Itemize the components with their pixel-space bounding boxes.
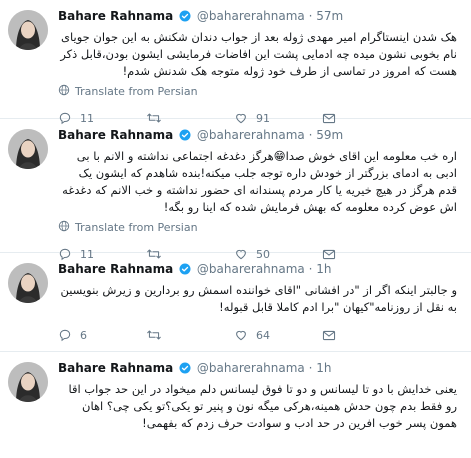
tweet[interactable]: Bahare Rahnama @baharerahnama · 1h و جال…	[0, 253, 471, 352]
retweet-button[interactable]	[146, 328, 234, 342]
translate-link[interactable]: Translate from Persian	[58, 220, 461, 235]
globe-icon	[58, 84, 70, 99]
tweet[interactable]: Bahare Rahnama @baharerahnama · 1h یعنی …	[0, 352, 471, 458]
direct-message-button[interactable]	[322, 329, 410, 342]
separator-dot: ·	[308, 128, 313, 142]
tweet-text: و جالبتر اینکه اگر از "در افشانی "اقای خ…	[60, 283, 457, 314]
tweet-header: Bahare Rahnama @baharerahnama · 59m	[58, 127, 461, 145]
avatar[interactable]	[8, 129, 48, 169]
verified-badge-icon	[179, 10, 191, 26]
tweet-header: Bahare Rahnama @baharerahnama · 1h	[58, 360, 461, 378]
tweet-timestamp[interactable]: 1h	[316, 361, 331, 375]
author-name[interactable]: Bahare Rahnama	[58, 361, 173, 375]
tweet-timestamp[interactable]: 57m	[316, 9, 343, 23]
separator-dot: ·	[308, 9, 313, 23]
translate-label: Translate from Persian	[75, 221, 198, 234]
tweet-timestamp[interactable]: 59m	[316, 128, 343, 142]
author-name[interactable]: Bahare Rahnama	[58, 128, 173, 142]
tweet-header: Bahare Rahnama @baharerahnama · 57m	[58, 8, 461, 26]
tweet-timestamp[interactable]: 1h	[316, 262, 331, 276]
tweet-header: Bahare Rahnama @baharerahnama · 1h	[58, 261, 461, 279]
globe-icon	[58, 220, 70, 235]
author-handle[interactable]: @baharerahnama	[197, 361, 305, 375]
author-name[interactable]: Bahare Rahnama	[58, 9, 173, 23]
author-handle[interactable]: @baharerahnama	[197, 9, 305, 23]
reply-button[interactable]: 6	[58, 328, 146, 342]
reply-count: 6	[80, 328, 87, 342]
tweet[interactable]: Bahare Rahnama @baharerahnama · 59m اره …	[0, 119, 471, 261]
reply-icon	[59, 329, 71, 342]
retweet-icon	[147, 330, 161, 340]
tweet-text: هک شدن اینستاگرام امیر مهدی ژوله بعد از …	[60, 30, 457, 78]
timeline-feed: Bahare Rahnama @baharerahnama · 57m هک ش…	[0, 0, 471, 458]
author-handle[interactable]: @baharerahnama	[197, 262, 305, 276]
verified-badge-icon	[179, 129, 191, 145]
verified-badge-icon	[179, 263, 191, 279]
avatar[interactable]	[8, 362, 48, 402]
translate-label: Translate from Persian	[75, 85, 198, 98]
tweet[interactable]: Bahare Rahnama @baharerahnama · 57m هک ش…	[0, 0, 471, 125]
direct-message-icon	[322, 330, 336, 340]
avatar[interactable]	[8, 10, 48, 50]
separator-dot: ·	[308, 361, 313, 375]
tweet-text: اره خب معلومه این اقای خوش صدا😁هرگز دغدغ…	[62, 149, 457, 214]
author-name[interactable]: Bahare Rahnama	[58, 262, 173, 276]
author-handle[interactable]: @baharerahnama	[197, 128, 305, 142]
avatar[interactable]	[8, 263, 48, 303]
like-icon	[236, 330, 246, 341]
tweet-actions: 6 64	[58, 328, 461, 342]
separator-dot: ·	[308, 262, 313, 276]
like-button[interactable]: 64	[234, 328, 322, 342]
translate-link[interactable]: Translate from Persian	[58, 84, 461, 99]
verified-badge-icon	[179, 362, 191, 378]
like-count: 64	[256, 328, 270, 342]
tweet-text: یعنی خدایش با دو تا لیسانس و دو تا فوق ل…	[68, 382, 457, 430]
